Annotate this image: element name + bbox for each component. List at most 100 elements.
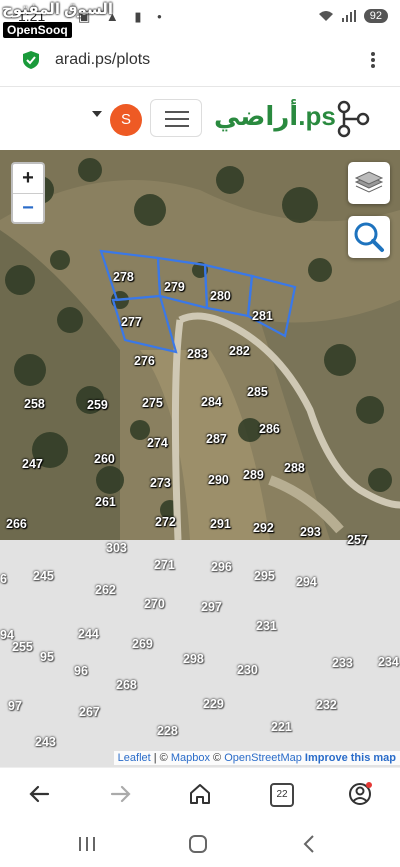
plot-label[interactable]: 259 bbox=[87, 398, 108, 412]
plot-label[interactable]: 244 bbox=[78, 627, 99, 641]
plot-label[interactable]: 270 bbox=[144, 597, 165, 611]
plot-label[interactable]: 279 bbox=[164, 280, 185, 294]
plot-label[interactable]: 268 bbox=[116, 678, 137, 692]
plot-label[interactable]: 298 bbox=[183, 652, 204, 666]
plot-label[interactable]: 267 bbox=[79, 705, 100, 719]
plot-label[interactable]: 291 bbox=[210, 517, 231, 531]
avatar[interactable]: S bbox=[110, 104, 142, 136]
plot-label[interactable]: 247 bbox=[22, 457, 43, 471]
plot-label[interactable]: 295 bbox=[254, 569, 275, 583]
plot-label[interactable]: 296 bbox=[211, 560, 232, 574]
plot-label[interactable]: 294 bbox=[296, 575, 317, 589]
plot-label[interactable]: 6 bbox=[0, 572, 7, 586]
wifi-icon bbox=[318, 11, 333, 21]
plot-label[interactable]: 232 bbox=[316, 698, 337, 712]
opensooq-badge: OpenSooq bbox=[3, 22, 72, 38]
plot-label[interactable]: 292 bbox=[253, 521, 274, 535]
browser-bottom-nav: 22 bbox=[0, 767, 400, 820]
plot-label[interactable]: 289 bbox=[243, 468, 264, 482]
plot-label[interactable]: 303 bbox=[106, 541, 127, 555]
plot-label[interactable]: 280 bbox=[210, 289, 231, 303]
tabs-count-button[interactable]: 22 bbox=[270, 783, 294, 807]
plot-label[interactable]: 221 bbox=[271, 720, 292, 734]
url-bar[interactable]: aradi.ps/plots bbox=[0, 40, 400, 84]
notification-icons: ▣ ▲ ▮ • bbox=[78, 9, 168, 24]
attribution-separator: © bbox=[209, 752, 225, 764]
back-arrow-icon[interactable] bbox=[26, 780, 54, 808]
plot-label[interactable]: 290 bbox=[208, 473, 229, 487]
leaflet-link[interactable]: Leaflet bbox=[118, 752, 151, 764]
plot-label[interactable]: 234 bbox=[378, 655, 399, 669]
plot-label[interactable]: 281 bbox=[252, 309, 273, 323]
plot-label[interactable]: 257 bbox=[347, 533, 368, 547]
plot-label[interactable]: 297 bbox=[201, 600, 222, 614]
plot-label[interactable]: 245 bbox=[33, 569, 54, 583]
plot-label[interactable]: 275 bbox=[142, 396, 163, 410]
zoom-in-button[interactable]: + bbox=[13, 164, 43, 193]
osm-link[interactable]: OpenStreetMap bbox=[224, 752, 302, 764]
mapbox-link[interactable]: Mapbox bbox=[171, 752, 210, 764]
more-menu-icon[interactable] bbox=[370, 50, 376, 72]
layers-button[interactable] bbox=[348, 162, 390, 204]
home-icon[interactable] bbox=[186, 780, 214, 808]
map-view[interactable]: 278 279 280 281 277 276 283 282 285 258 … bbox=[0, 150, 400, 767]
plot-label[interactable]: 282 bbox=[229, 344, 250, 358]
plot-label[interactable]: 271 bbox=[154, 558, 175, 572]
plot-label[interactable]: 229 bbox=[203, 697, 224, 711]
plot-label[interactable]: 293 bbox=[300, 525, 321, 539]
status-bar: 1:21 السوق المفتوح OpenSooq ▣ ▲ ▮ • 92 bbox=[0, 0, 400, 40]
plot-label[interactable]: 273 bbox=[150, 476, 171, 490]
plot-label[interactable]: 255 bbox=[12, 640, 33, 654]
plot-label[interactable]: 261 bbox=[95, 495, 116, 509]
home-button-icon[interactable] bbox=[188, 834, 208, 854]
hamburger-menu-button[interactable] bbox=[150, 99, 202, 137]
signal-icon bbox=[341, 10, 356, 22]
plot-label[interactable]: 243 bbox=[35, 735, 56, 749]
plot-label[interactable]: 231 bbox=[256, 619, 277, 633]
improve-map-link[interactable]: Improve this map bbox=[305, 752, 396, 764]
plot-label[interactable]: 269 bbox=[132, 637, 153, 651]
forward-arrow-icon[interactable] bbox=[106, 780, 134, 808]
plot-label[interactable]: 283 bbox=[187, 347, 208, 361]
plot-label[interactable]: 287 bbox=[206, 432, 227, 446]
plot-label[interactable]: 266 bbox=[6, 517, 27, 531]
zoom-control: + − bbox=[11, 162, 45, 224]
plot-label[interactable]: 97 bbox=[8, 699, 22, 713]
map-attribution: Leaflet | © Mapbox © OpenStreetMap Impro… bbox=[113, 751, 400, 765]
url-text[interactable]: aradi.ps/plots bbox=[55, 51, 150, 69]
plot-label[interactable]: 286 bbox=[259, 422, 280, 436]
system-back-icon[interactable] bbox=[302, 834, 316, 854]
plot-label[interactable]: 277 bbox=[121, 315, 142, 329]
battery-badge: 92 bbox=[363, 9, 388, 23]
plot-label[interactable]: 260 bbox=[94, 452, 115, 466]
plot-label[interactable]: 284 bbox=[201, 395, 222, 409]
recent-apps-icon[interactable] bbox=[76, 835, 98, 853]
search-icon bbox=[354, 222, 384, 252]
plot-label[interactable]: 276 bbox=[134, 354, 155, 368]
plot-label[interactable]: 230 bbox=[237, 663, 258, 677]
plot-label[interactable]: 228 bbox=[157, 724, 178, 738]
attribution-separator: | © bbox=[150, 752, 171, 764]
search-button[interactable] bbox=[348, 216, 390, 258]
system-nav-bar bbox=[0, 819, 400, 867]
satellite-imagery bbox=[0, 150, 400, 540]
logo-icon[interactable] bbox=[330, 99, 370, 139]
zoom-out-button[interactable]: − bbox=[13, 193, 43, 223]
secure-shield-icon bbox=[23, 51, 39, 69]
plot-label[interactable]: 96 bbox=[74, 664, 88, 678]
site-header: S أراضي.ps bbox=[0, 86, 400, 151]
plot-label[interactable]: 285 bbox=[247, 385, 268, 399]
plot-label[interactable]: 258 bbox=[24, 397, 45, 411]
status-right: 92 bbox=[318, 9, 388, 23]
plot-label[interactable]: 95 bbox=[40, 650, 54, 664]
account-icon[interactable] bbox=[346, 780, 374, 808]
dropdown-caret-icon[interactable] bbox=[92, 111, 102, 117]
plot-label[interactable]: 278 bbox=[113, 270, 134, 284]
plot-label[interactable]: 233 bbox=[332, 656, 353, 670]
plot-label[interactable]: 288 bbox=[284, 461, 305, 475]
brand-name[interactable]: أراضي.ps bbox=[214, 101, 336, 132]
plot-label[interactable]: 262 bbox=[95, 583, 116, 597]
plot-label[interactable]: 272 bbox=[155, 515, 176, 529]
plot-label[interactable]: 274 bbox=[147, 436, 168, 450]
layers-icon bbox=[354, 171, 384, 193]
